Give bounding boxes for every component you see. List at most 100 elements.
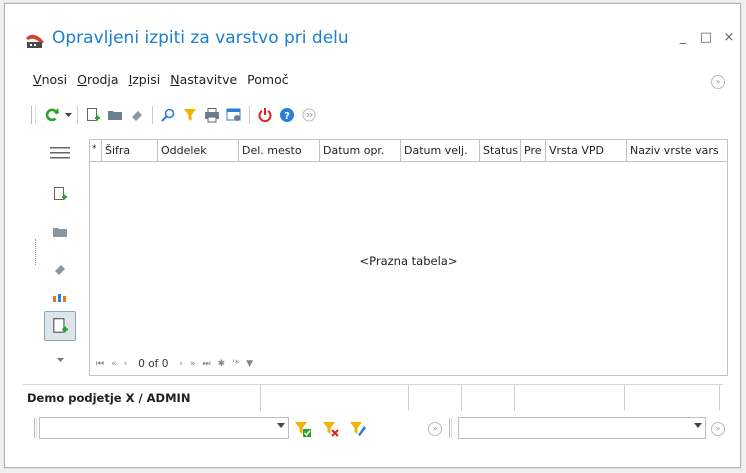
- filter-icon[interactable]: ▼: [246, 359, 253, 369]
- status-separator: [624, 385, 625, 411]
- filter-button[interactable]: [179, 104, 201, 126]
- window-title: Opravljeni izpiti za varstvo pri delu: [52, 28, 349, 48]
- title-bar: Opravljeni izpiti za varstvo pri delu _ …: [5, 4, 740, 66]
- help-button[interactable]: ?: [276, 104, 298, 126]
- menu-izpisi-rest: zpisi: [132, 72, 161, 87]
- edit-filter-icon[interactable]: [349, 420, 367, 438]
- column-header-oddelek[interactable]: Oddelek: [158, 140, 239, 161]
- filter-left-combo[interactable]: [39, 417, 289, 439]
- chevron-down-icon: [64, 112, 72, 117]
- sidebar-people-button[interactable]: [44, 282, 76, 312]
- next-page-button[interactable]: »: [190, 359, 196, 369]
- menu-vnosi-accel: V: [33, 72, 42, 87]
- menu-izpisi[interactable]: Izpisi: [129, 72, 161, 90]
- toolbar-more-button[interactable]: [298, 104, 320, 126]
- sidebar-scroll-down[interactable]: [44, 345, 76, 375]
- menu-bar: Vnosi Orodja Izpisi Nastavitve Pomoč: [33, 72, 289, 90]
- menu-vnosi[interactable]: Vnosi: [33, 72, 67, 90]
- print-button[interactable]: [201, 104, 223, 126]
- append-record-button[interactable]: ✱: [218, 359, 226, 369]
- sidebar-new-record-button[interactable]: [44, 311, 76, 341]
- status-separator: [514, 385, 515, 411]
- filter-right-more-button[interactable]: »: [711, 422, 725, 436]
- toolbar-grip[interactable]: [31, 106, 36, 124]
- chevron-down-icon[interactable]: [277, 423, 285, 428]
- app-logo-icon: [26, 34, 44, 48]
- erase-button[interactable]: [126, 104, 148, 126]
- menu-orodja-rest: rodja: [86, 72, 119, 87]
- company-user-label: Demo podjetje X / ADMIN: [27, 391, 191, 405]
- exit-button[interactable]: [254, 104, 276, 126]
- sidebar-erase-button[interactable]: [44, 254, 76, 284]
- previous-page-button[interactable]: «: [111, 359, 117, 369]
- new-document-icon: [53, 318, 68, 333]
- record-navigator: ⏮ « ‹ 0 of 0 › » ⏭ ✱ '* ▼: [96, 358, 253, 370]
- status-separator: [408, 385, 409, 411]
- status-separator: [260, 385, 261, 411]
- toolbar-separator: [152, 106, 153, 124]
- sidebar-new-button[interactable]: [44, 179, 76, 209]
- filter-bar: » »: [31, 417, 731, 441]
- menu-orodja-accel: O: [77, 72, 87, 87]
- column-header-vrsta-vpd[interactable]: Vrsta VPD: [546, 140, 627, 161]
- menu-pomoc-label: Pomoč: [247, 72, 289, 87]
- toolbar-separator: [77, 106, 78, 124]
- hamburger-icon: [50, 147, 70, 159]
- menu-vnosi-rest: nosi: [41, 72, 68, 87]
- menu-more-button[interactable]: »: [711, 75, 725, 89]
- status-separator: [461, 385, 462, 411]
- status-bar: Demo podjetje X / ADMIN: [23, 384, 723, 411]
- edit-record-button[interactable]: '*: [232, 359, 239, 369]
- data-grid[interactable]: * Šifra Oddelek Del. mesto Datum opr. Da…: [89, 139, 728, 376]
- record-count: 0 of 0: [138, 358, 169, 370]
- search-button[interactable]: [157, 104, 179, 126]
- apply-filter-icon[interactable]: [294, 420, 312, 438]
- column-header-sifra[interactable]: Šifra: [102, 140, 158, 161]
- toolbar-separator: [249, 106, 250, 124]
- column-header-naziv-vrste[interactable]: Naziv vrste vars: [627, 140, 727, 161]
- column-header-indicator[interactable]: *: [90, 140, 102, 161]
- new-document-icon: [87, 108, 100, 121]
- filter-bar-grip[interactable]: [34, 418, 37, 438]
- chevron-down-icon[interactable]: [694, 423, 702, 428]
- status-separator: [719, 385, 720, 411]
- sidebar-open-button[interactable]: [44, 217, 76, 247]
- column-header-pre[interactable]: Pre: [521, 140, 546, 161]
- column-header-datum-velj[interactable]: Datum velj.: [401, 140, 480, 161]
- menu-nastavitve[interactable]: Nastavitve: [170, 72, 237, 90]
- menu-orodja[interactable]: Orodja: [77, 72, 118, 90]
- column-header-datum-opr[interactable]: Datum opr.: [320, 140, 401, 161]
- first-record-button[interactable]: ⏮: [96, 359, 104, 369]
- refresh-icon: [45, 108, 59, 122]
- refresh-button[interactable]: [41, 104, 63, 126]
- filter-more-button[interactable]: »: [428, 422, 442, 436]
- more-icon: [302, 108, 316, 122]
- sidebar-menu-button[interactable]: [44, 138, 76, 168]
- filter-right-combo[interactable]: [458, 417, 706, 439]
- folder-icon: [53, 228, 67, 237]
- empty-table-message: <Prazna tabela>: [359, 254, 458, 268]
- menu-pomoc[interactable]: Pomoč: [247, 72, 288, 90]
- minimize-button[interactable]: _: [675, 30, 691, 46]
- new-document-icon: [54, 187, 67, 200]
- eraser-icon: [132, 111, 142, 121]
- grid-settings-button[interactable]: [223, 104, 245, 126]
- new-record-button[interactable]: [82, 104, 104, 126]
- open-button[interactable]: [104, 104, 126, 126]
- grid-settings-icon: [226, 108, 241, 121]
- sidebar-grip[interactable]: [35, 239, 36, 265]
- column-header-del-mesto[interactable]: Del. mesto: [239, 140, 320, 161]
- menu-nastavitve-accel: N: [170, 72, 180, 87]
- maximize-button[interactable]: □: [698, 30, 714, 46]
- people-icon: [53, 294, 66, 302]
- main-window: Opravljeni izpiti za varstvo pri delu _ …: [4, 3, 741, 468]
- filter-bar-grip[interactable]: [449, 418, 452, 438]
- refresh-dropdown[interactable]: [63, 104, 73, 126]
- search-icon: [161, 108, 175, 122]
- clear-filter-icon[interactable]: [322, 420, 340, 438]
- column-header-status[interactable]: Status: [480, 140, 521, 161]
- close-button[interactable]: ×: [721, 30, 737, 46]
- next-record-button[interactable]: ›: [179, 359, 183, 369]
- previous-record-button[interactable]: ‹: [124, 359, 128, 369]
- last-record-button[interactable]: ⏭: [203, 359, 211, 369]
